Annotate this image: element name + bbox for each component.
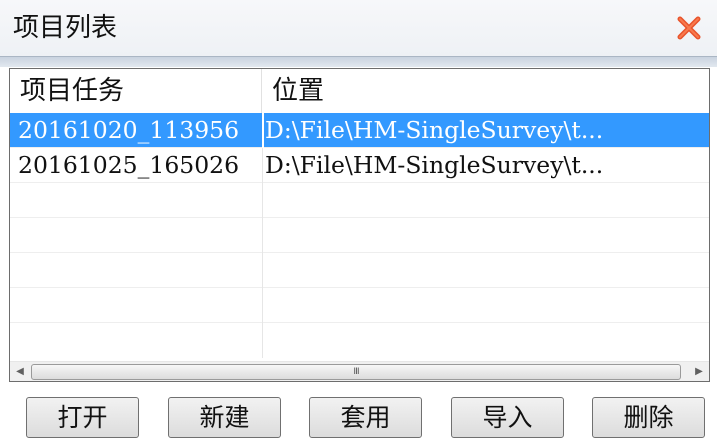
close-icon[interactable] — [675, 14, 703, 42]
row-location: D:\File\HM-SingleSurvey\t... — [265, 116, 604, 144]
row-location: D:\File\HM-SingleSurvey\t... — [265, 151, 604, 179]
list-header: 项目任务 位置 — [10, 69, 709, 114]
scroll-right-arrow-icon[interactable]: ▶ — [689, 362, 709, 381]
column-header-location[interactable]: 位置 — [262, 69, 709, 113]
open-button[interactable]: 打开 — [26, 397, 139, 438]
empty-row — [10, 218, 709, 253]
row-task: 20161020_113956 — [18, 116, 240, 144]
apply-button[interactable]: 套用 — [309, 397, 422, 438]
empty-row — [10, 183, 709, 218]
scrollbar-grip-icon: Ⅲ — [353, 367, 359, 377]
column-separator — [262, 218, 263, 253]
delete-button[interactable]: 删除 — [592, 397, 705, 438]
list-rows: 20161020_113956 D:\File\HM-SingleSurvey\… — [10, 113, 709, 361]
import-button[interactable]: 导入 — [451, 397, 564, 438]
scrollbar-thumb[interactable]: Ⅲ — [31, 364, 681, 380]
column-header-task[interactable]: 项目任务 — [10, 69, 262, 113]
empty-row — [10, 288, 709, 323]
empty-row — [10, 253, 709, 288]
scroll-left-arrow-icon[interactable]: ◀ — [10, 362, 30, 381]
header-divider — [0, 56, 717, 67]
project-list[interactable]: 项目任务 位置 20161020_113956 D:\File\HM-Singl… — [9, 68, 710, 382]
column-separator — [262, 148, 263, 183]
table-row[interactable]: 20161020_113956 D:\File\HM-SingleSurvey\… — [10, 113, 709, 148]
table-row[interactable]: 20161025_165026 D:\File\HM-SingleSurvey\… — [10, 148, 709, 183]
empty-row — [10, 323, 709, 358]
row-task: 20161025_165026 — [18, 151, 240, 179]
horizontal-scrollbar[interactable]: ◀ Ⅲ ▶ — [10, 361, 709, 381]
title-bar: 项目列表 — [0, 0, 717, 56]
column-separator — [262, 288, 263, 323]
column-separator — [262, 183, 263, 218]
window-title: 项目列表 — [13, 13, 118, 43]
column-separator — [262, 323, 263, 358]
column-separator — [262, 253, 263, 288]
column-separator — [262, 113, 264, 148]
new-button[interactable]: 新建 — [168, 397, 281, 438]
